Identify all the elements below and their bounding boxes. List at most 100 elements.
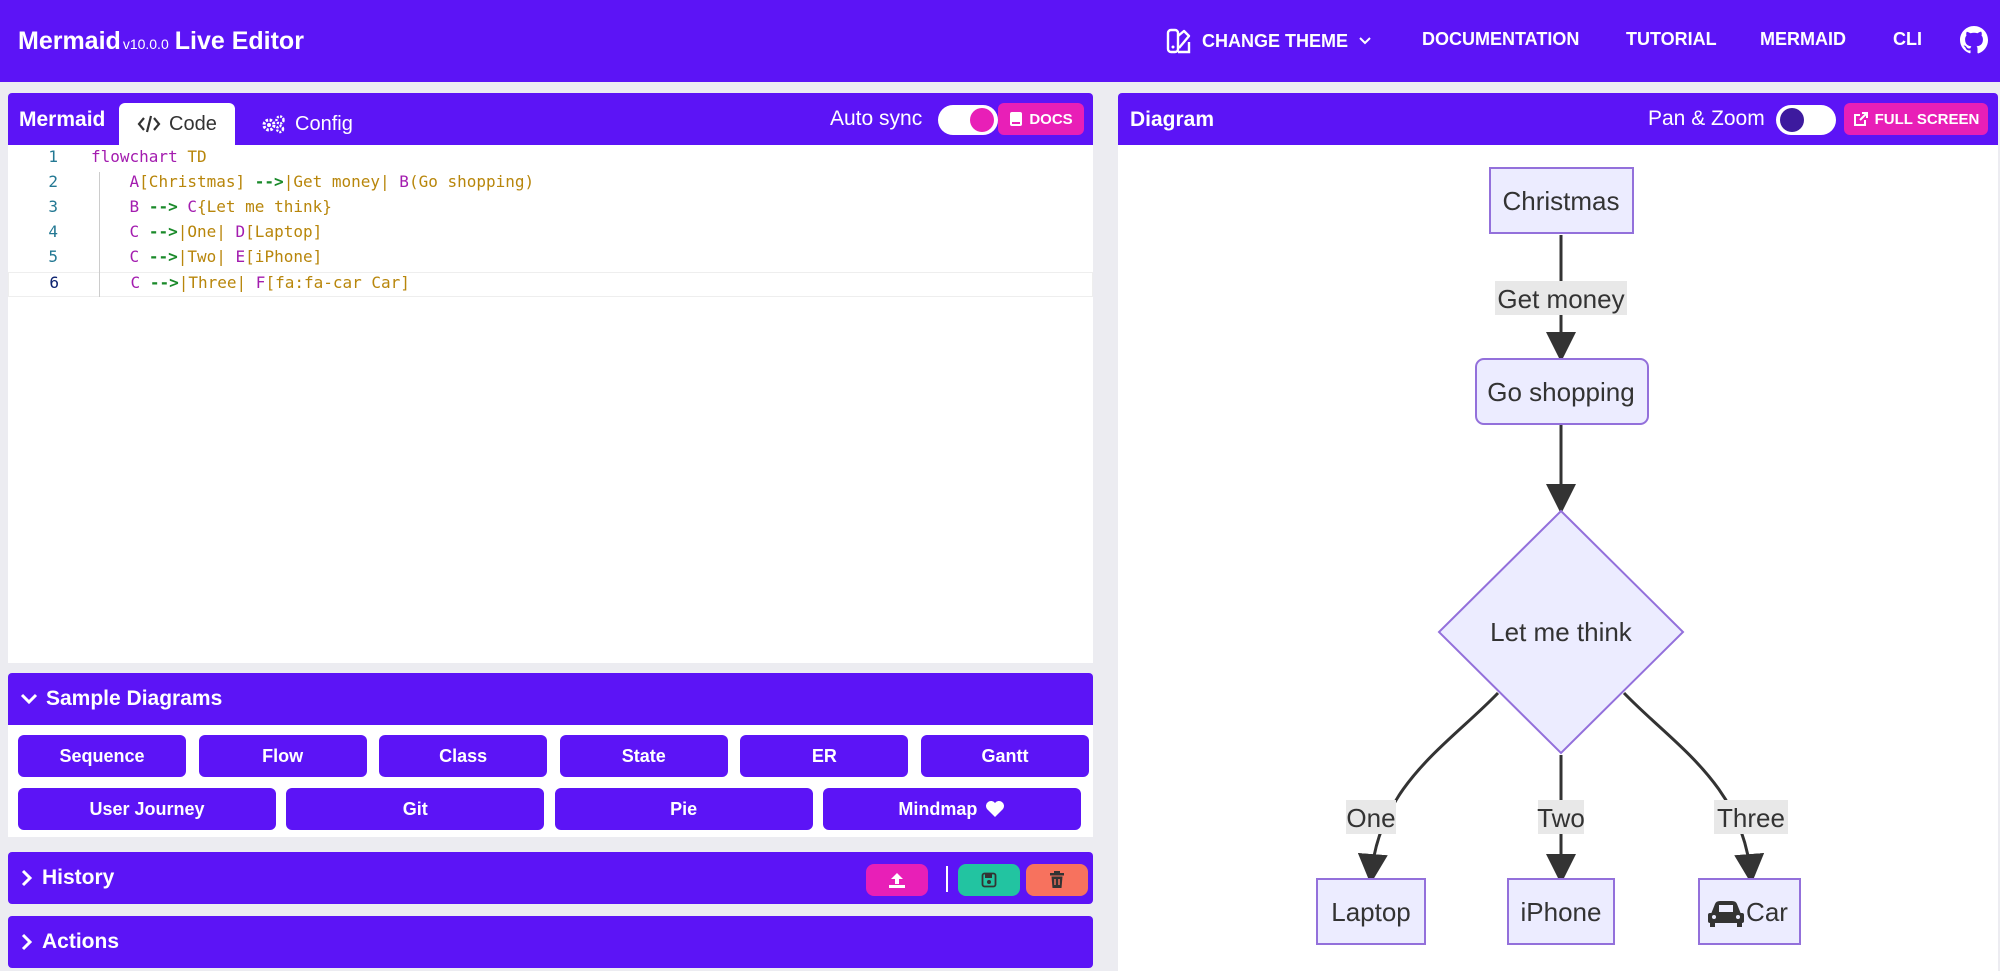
edge-label-get-money: Get money [1497,284,1624,314]
code-line[interactable]: 1 flowchart TD [8,147,1093,172]
sample-button-flow[interactable]: Flow [198,735,367,777]
pan-zoom-toggle[interactable] [1776,105,1836,135]
editor-title: Mermaid [19,108,106,131]
code-token: [Laptop] [245,222,323,241]
pan-zoom-label: Pan & Zoom [1648,107,1765,130]
top-navbar: Mermaid v10.0.0 Live Editor CHANGE THEME… [0,0,2000,82]
sample-diagrams-panel: Sequence Flow Class State ER Gantt User Journe… [8,725,1093,837]
sample-button-label: Class [439,745,488,766]
node-iphone[interactable]: iPhone [1507,878,1615,945]
line-number: 5 [48,247,58,266]
sample-button-class[interactable]: Class [379,735,548,777]
sample-button-label: User Journey [89,798,205,819]
docs-button[interactable]: DOCS [998,103,1084,135]
full-screen-button[interactable]: FULL SCREEN [1844,103,1988,135]
delete-button[interactable] [1026,864,1088,896]
sample-button-sequence[interactable]: Sequence [18,735,186,777]
edge-label-one: One [1346,803,1395,833]
code-line[interactable]: 5 C -->|Two| E[iPhone] [8,247,1093,272]
nav-cli-link[interactable]: CLI [1893,29,1922,50]
code-token: A [129,172,140,191]
full-screen-label: FULL SCREEN [1874,110,1980,128]
diagram-header: Diagram Pan & Zoom FULL SCREEN [1118,93,1998,145]
toggle-knob [970,108,994,132]
node-let-me-think-label: Let me think [1490,617,1633,647]
nav-documentation-link[interactable]: DOCUMENTATION [1422,29,1579,50]
sample-button-pie[interactable]: Pie [554,788,813,830]
auto-sync-toggle[interactable] [938,105,998,135]
edge-label-two: Two [1537,803,1585,833]
code-token: --> [148,222,178,241]
sample-button-er[interactable]: ER [740,735,909,777]
actions-title: Actions [42,930,120,953]
edge-c-d [1357,691,1500,884]
gears-icon [262,115,285,134]
diagram-canvas[interactable]: Get money One Two Three Christmas Go sho… [1118,145,1998,971]
save-button[interactable] [958,864,1020,896]
save-icon [981,872,997,888]
code-token: TD [187,147,207,166]
sample-diagrams-title: Sample Diagrams [46,687,223,710]
app-brand[interactable]: Mermaid v10.0.0 Live Editor [18,27,304,56]
code-line[interactable]: 2 A[Christmas] -->|Get money| B(Go shopp… [8,172,1093,197]
tab-code[interactable]: Code [119,103,235,145]
code-token: --> [149,273,179,292]
code-token: C [130,273,141,292]
code-token: C [129,222,140,241]
code-token: --> [148,197,178,216]
heart-icon [986,801,1005,817]
code-token: [iPhone] [245,247,323,266]
sample-button-git[interactable]: Git [286,788,545,830]
code-token: [Christmas] [139,172,246,191]
node-go-shopping[interactable]: Go shopping [1475,358,1649,425]
tab-config[interactable]: Config [243,103,371,145]
sample-button-mindmap[interactable]: Mindmap [822,788,1081,830]
sample-button-gantt[interactable]: Gantt [921,735,1089,777]
actions-header[interactable]: Actions [8,916,1093,968]
node-laptop[interactable]: Laptop [1316,878,1426,945]
code-token: |Three| [178,273,247,292]
sample-button-label: Gantt [981,745,1029,766]
code-editor[interactable]: 1 flowchart TD 2 A[Christmas] -->|Get mone… [8,145,1093,663]
nav-mermaid-link[interactable]: MERMAID [1760,29,1846,50]
code-line[interactable]: 3 B --> C{Let me think} [8,197,1093,222]
code-text: C -->|One| D[Laptop] [91,222,323,241]
sample-button-label: Flow [262,745,304,766]
upload-button[interactable] [866,864,928,896]
code-token: |Two| [177,247,226,266]
change-theme-dropdown[interactable]: CHANGE THEME [1166,28,1372,54]
node-christmas[interactable]: Christmas [1489,167,1634,234]
code-line[interactable]: 6 C -->|Three| F[fa:fa-car Car] [8,272,1093,297]
change-theme-label: CHANGE THEME [1202,30,1349,51]
code-text: C -->|Three| F[fa:fa-car Car] [92,273,410,292]
sample-button-user-journey[interactable]: User Journey [18,788,276,830]
node-car-label: Car [1746,897,1788,927]
node-car[interactable]: Car [1698,878,1801,945]
code-icon [137,115,161,133]
code-text: A[Christmas] -->|Get money| B(Go shoppin… [91,172,535,191]
code-token: |One| [177,222,226,241]
sample-diagrams-header[interactable]: Sample Diagrams [8,673,1093,725]
sample-button-state[interactable]: State [559,735,728,777]
edge-c-f [1622,691,1765,884]
history-header[interactable]: History [8,852,1093,904]
code-line[interactable]: 4 C -->|One| D[Laptop] [8,222,1093,247]
node-laptop-label: Laptop [1331,897,1411,927]
code-text: flowchart TD [91,147,207,166]
sample-button-label: Pie [670,798,698,819]
code-token: C [187,197,197,216]
github-icon[interactable] [1960,26,1988,54]
nav-tutorial-link[interactable]: TUTORIAL [1626,29,1717,50]
code-token: {Let me think} [197,197,332,216]
tab-config-label: Config [295,112,353,135]
